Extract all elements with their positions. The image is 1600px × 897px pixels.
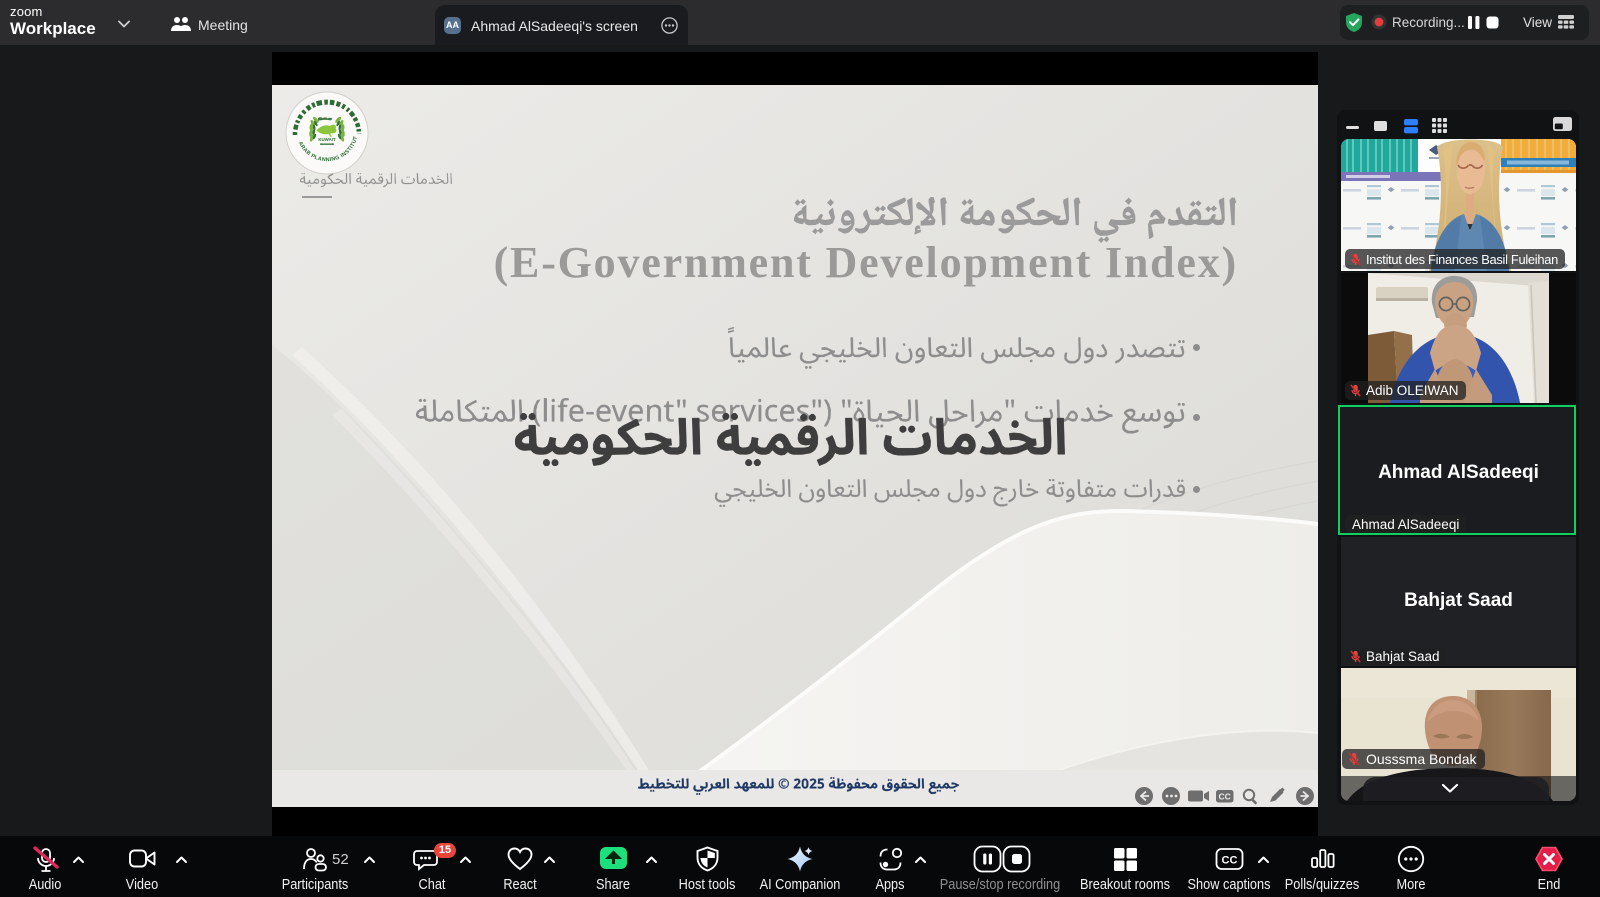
svg-text:CC: CC	[1219, 792, 1231, 802]
svg-text:KUWAIT: KUWAIT	[318, 137, 336, 142]
svg-text:CC: CC	[1222, 855, 1238, 867]
